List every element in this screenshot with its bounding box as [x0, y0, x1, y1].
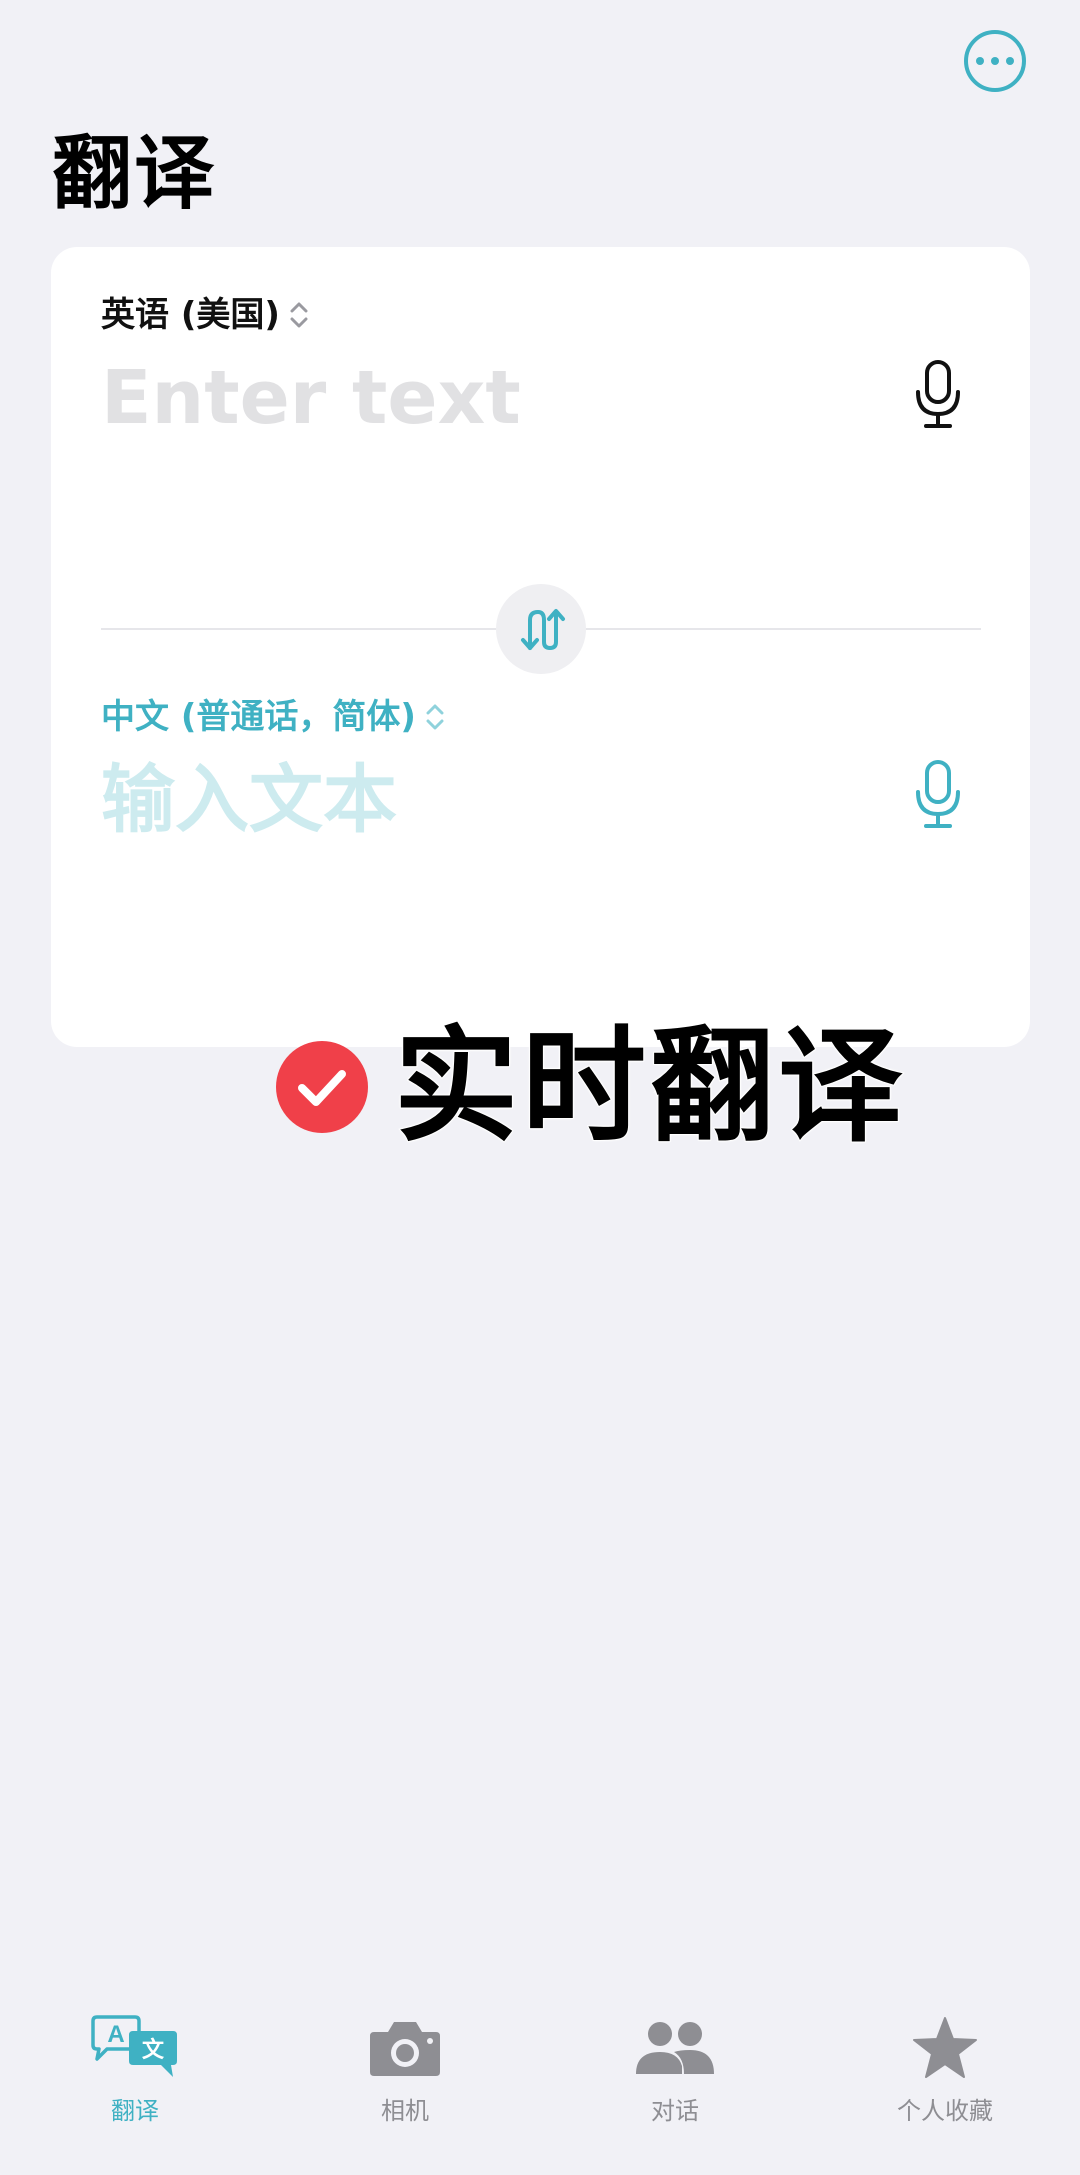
tab-bar: A 文 翻译 相机 对话 个人收藏	[0, 2000, 1080, 2175]
source-language-label: 英语 (美国)	[101, 295, 280, 335]
more-options-button[interactable]	[964, 30, 1026, 92]
target-text-input[interactable]: 输入文本	[101, 755, 397, 845]
translate-app: 翻译 英语 (美国) Enter text 中文 (普通话，简体) 输入文本 实…	[0, 0, 1080, 2175]
caption-text: 实时翻译	[393, 1015, 907, 1159]
source-microphone-button[interactable]	[913, 359, 963, 431]
tab-conversation[interactable]: 对话	[575, 2010, 775, 2126]
overlay-caption: 实时翻译	[276, 1015, 907, 1159]
ellipsis-circle-icon	[976, 57, 984, 65]
target-language-selector[interactable]: 中文 (普通话，简体)	[101, 697, 444, 737]
checkmark-circle-icon	[276, 1041, 368, 1133]
camera-icon	[368, 2010, 442, 2086]
target-microphone-button[interactable]	[913, 759, 963, 831]
star-icon	[912, 2010, 978, 2086]
microphone-icon	[916, 760, 960, 828]
swap-languages-button[interactable]	[496, 584, 586, 674]
tab-camera[interactable]: 相机	[305, 2010, 505, 2126]
translate-bubbles-icon: A 文	[89, 2010, 181, 2086]
source-text-input[interactable]: Enter text	[101, 353, 521, 443]
tab-favorites[interactable]: 个人收藏	[845, 2010, 1045, 2126]
translation-card: 英语 (美国) Enter text 中文 (普通话，简体) 输入文本	[51, 247, 1030, 1047]
page-title: 翻译	[52, 127, 216, 220]
tab-label: 对话	[651, 2097, 699, 2125]
people-icon	[634, 2010, 716, 2086]
target-language-label: 中文 (普通话，简体)	[101, 697, 416, 737]
svg-text:A: A	[107, 2021, 124, 2048]
tab-translate[interactable]: A 文 翻译	[35, 2010, 235, 2126]
ellipsis-dot	[991, 57, 999, 65]
microphone-icon	[916, 360, 960, 428]
swap-arrows-icon	[521, 609, 565, 650]
svg-text:文: 文	[142, 2037, 165, 2063]
chevron-up-down-icon	[426, 697, 444, 737]
tab-label: 相机	[381, 2097, 429, 2125]
tab-label: 翻译	[111, 2097, 159, 2125]
source-language-selector[interactable]: 英语 (美国)	[101, 295, 308, 335]
tab-label: 个人收藏	[897, 2097, 993, 2125]
chevron-up-down-icon	[290, 295, 308, 335]
ellipsis-dot	[1006, 57, 1014, 65]
